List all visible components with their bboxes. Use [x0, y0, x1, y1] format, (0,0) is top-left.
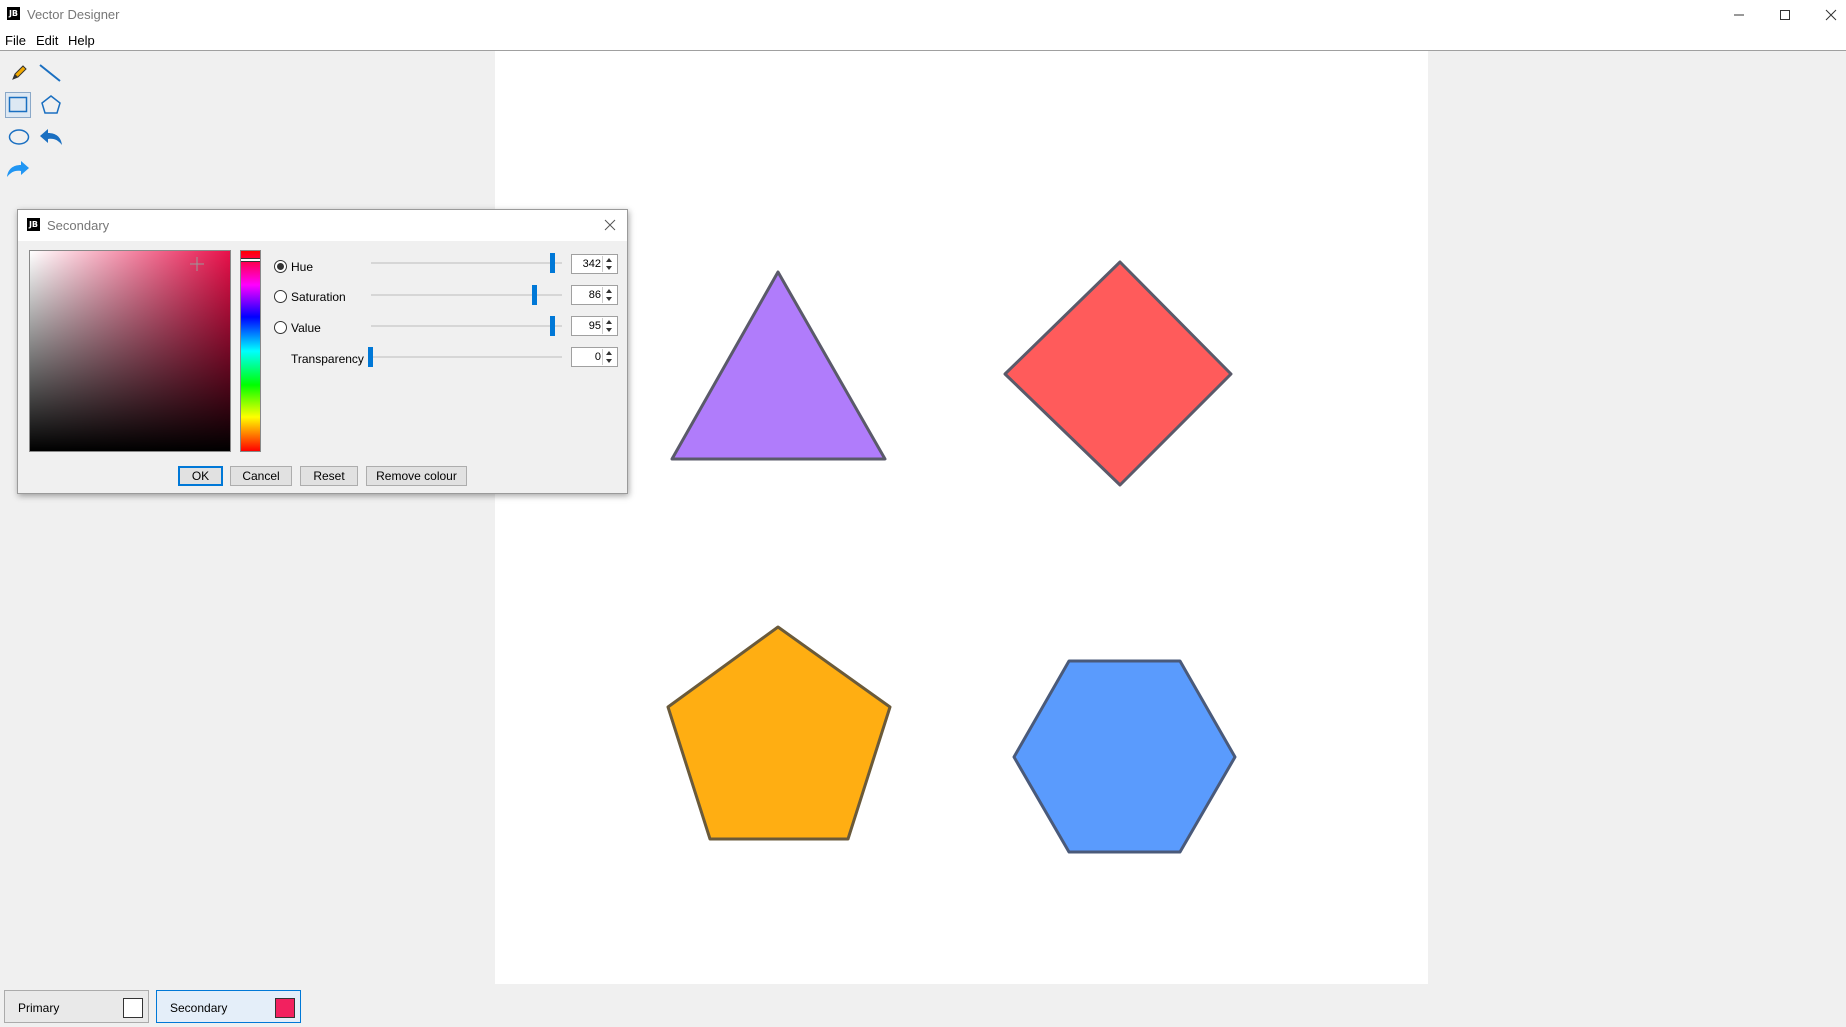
- transparency-spinner-arrows[interactable]: [602, 349, 616, 365]
- hue-slider-track[interactable]: [371, 262, 562, 264]
- saturation-slider-thumb[interactable]: [532, 285, 537, 305]
- primary-label: Primary: [18, 1001, 60, 1015]
- saturation-radio[interactable]: [274, 290, 287, 303]
- transparency-slider-track[interactable]: [371, 356, 562, 358]
- menu-bar: File Edit Help: [0, 30, 1846, 51]
- ellipse-icon: [8, 129, 30, 145]
- rectangle-tool[interactable]: [5, 92, 31, 118]
- window-title: Vector Designer: [27, 7, 120, 22]
- hue-label: Hue: [291, 260, 314, 274]
- ok-button[interactable]: OK: [178, 466, 223, 486]
- transparency-slider-thumb[interactable]: [368, 347, 373, 367]
- redo-icon: [7, 161, 29, 177]
- dialog-close-button[interactable]: [601, 216, 619, 234]
- transparency-label: Transparency: [291, 352, 364, 366]
- undo-button[interactable]: [38, 124, 64, 150]
- secondary-color-selector[interactable]: Secondary: [156, 990, 301, 1023]
- transparency-spinner[interactable]: 0: [571, 347, 618, 367]
- primary-color-selector[interactable]: Primary: [4, 990, 149, 1023]
- minimize-button[interactable]: [1716, 0, 1762, 30]
- remove-colour-button[interactable]: Remove colour: [366, 466, 467, 486]
- polygon-icon: [41, 95, 61, 114]
- value-slider-track[interactable]: [371, 325, 562, 327]
- color-dialog: JB Secondary Hue 342 Saturation 86 Value…: [17, 209, 628, 494]
- dialog-title-bar: JB Secondary: [18, 210, 627, 241]
- triangle-shape[interactable]: [670, 270, 887, 461]
- diamond-shape[interactable]: [1003, 260, 1233, 487]
- drawing-canvas[interactable]: [495, 51, 1428, 984]
- redo-button[interactable]: [5, 156, 31, 182]
- saturation-value-picker[interactable]: [29, 250, 231, 452]
- cancel-button[interactable]: Cancel: [230, 466, 292, 486]
- ellipse-tool[interactable]: [6, 124, 32, 150]
- hexagon-shape[interactable]: [1012, 659, 1237, 854]
- primary-color-swatch[interactable]: [123, 998, 143, 1018]
- value-spinner-arrows[interactable]: [602, 318, 616, 334]
- value-radio[interactable]: [274, 321, 287, 334]
- app-logo-icon: JB: [7, 7, 20, 20]
- value-spinner[interactable]: 95: [571, 316, 618, 336]
- maximize-button[interactable]: [1762, 0, 1808, 30]
- saturation-spinner[interactable]: 86: [571, 285, 618, 305]
- canvas-shapes: [666, 260, 1237, 854]
- secondary-label: Secondary: [170, 1001, 228, 1015]
- pentagon-shape[interactable]: [666, 625, 892, 841]
- dialog-logo-icon: JB: [27, 218, 40, 231]
- secondary-color-swatch[interactable]: [275, 998, 295, 1018]
- line-tool[interactable]: [37, 60, 63, 86]
- pencil-tool[interactable]: [6, 60, 32, 86]
- value-slider-thumb[interactable]: [550, 316, 555, 336]
- reset-button[interactable]: Reset: [300, 466, 358, 486]
- hue-strip[interactable]: [240, 250, 261, 452]
- close-window-button[interactable]: [1808, 0, 1846, 30]
- transparency-value: 0: [594, 351, 601, 363]
- undo-icon: [40, 129, 62, 145]
- value-value: 95: [588, 320, 601, 332]
- title-bar: JB Vector Designer: [0, 0, 1846, 30]
- line-icon: [39, 64, 61, 82]
- hue-spinner[interactable]: 342: [571, 254, 618, 274]
- close-icon: [604, 219, 616, 231]
- saturation-spinner-arrows[interactable]: [602, 287, 616, 303]
- polygon-tool[interactable]: [38, 92, 64, 118]
- pencil-icon: [12, 65, 27, 80]
- hue-radio[interactable]: [274, 260, 287, 273]
- menu-edit[interactable]: Edit: [36, 33, 58, 48]
- menu-file[interactable]: File: [5, 33, 26, 48]
- hue-strip-marker[interactable]: [241, 258, 260, 262]
- picker-crosshair-icon: [190, 257, 204, 271]
- saturation-label: Saturation: [291, 290, 346, 304]
- maximize-icon: [1780, 10, 1790, 20]
- close-icon: [1825, 9, 1837, 21]
- menu-help[interactable]: Help: [68, 33, 95, 48]
- hue-slider-thumb[interactable]: [550, 253, 555, 273]
- dialog-title: Secondary: [47, 218, 110, 233]
- minimize-icon: [1734, 14, 1744, 16]
- hue-value: 342: [582, 258, 601, 270]
- hue-spinner-arrows[interactable]: [602, 256, 616, 272]
- value-label: Value: [291, 321, 321, 335]
- saturation-value: 86: [588, 289, 601, 301]
- rectangle-icon: [8, 96, 28, 113]
